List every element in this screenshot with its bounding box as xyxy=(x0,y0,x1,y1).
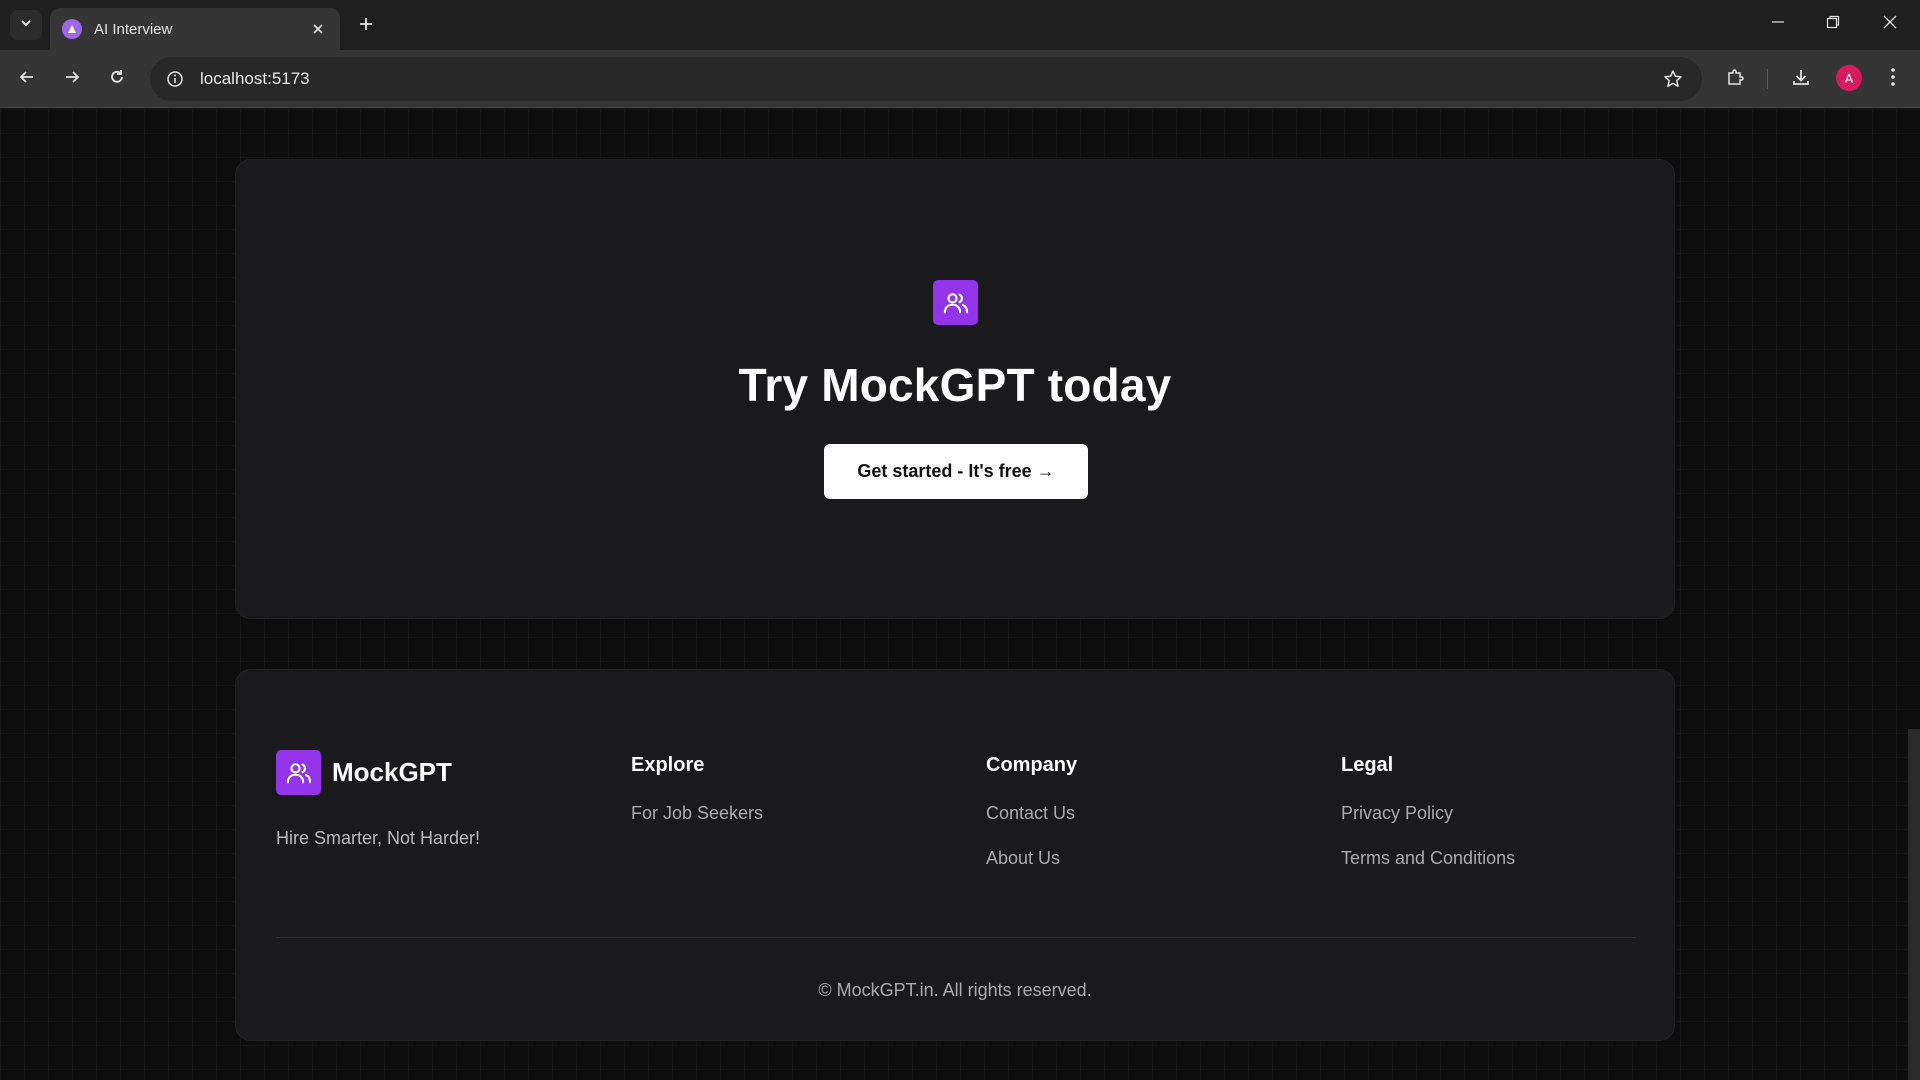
link-for-job-seekers[interactable]: For Job Seekers xyxy=(631,803,763,824)
footer-column-company: Company Contact Us About Us xyxy=(986,754,1077,869)
info-icon[interactable] xyxy=(162,66,188,92)
minimize-button[interactable] xyxy=(1756,8,1800,40)
column-heading: Explore xyxy=(631,754,705,776)
minimize-icon xyxy=(1771,15,1785,34)
kebab-menu-icon xyxy=(1890,67,1896,92)
active-tab[interactable]: AI Interview xyxy=(50,8,340,50)
link-about-us[interactable]: About Us xyxy=(986,848,1077,869)
footer: MockGPT Hire Smarter, Not Harder! Explor… xyxy=(235,669,1675,1041)
footer-column-explore: Explore For Job Seekers xyxy=(631,754,763,824)
url-text[interactable]: localhost:5173 xyxy=(200,69,1658,89)
brand-name: MockGPT xyxy=(332,757,452,787)
tab-search-button[interactable] xyxy=(10,10,42,40)
copyright-text: © MockGPT.in. All rights reserved. xyxy=(818,980,1092,1000)
reload-button[interactable] xyxy=(100,62,134,96)
profile-avatar[interactable]: A xyxy=(1836,65,1862,91)
browser-menu-button[interactable] xyxy=(1876,62,1910,96)
footer-column-legal: Legal Privacy Policy Terms and Condition… xyxy=(1341,754,1515,869)
app-favicon-icon xyxy=(62,19,82,39)
new-tab-button[interactable] xyxy=(352,12,380,40)
link-terms-and-conditions[interactable]: Terms and Conditions xyxy=(1341,848,1515,869)
arrow-right-icon xyxy=(63,68,81,91)
forward-button[interactable] xyxy=(55,62,89,96)
column-heading: Legal xyxy=(1341,754,1394,776)
back-button[interactable] xyxy=(10,62,44,96)
cta-section: Try MockGPT today Get started - It's fre… xyxy=(235,159,1675,619)
link-contact-us[interactable]: Contact Us xyxy=(986,803,1077,824)
tab-strip: AI Interview xyxy=(0,0,1920,50)
get-started-button[interactable]: Get started - It's free → xyxy=(824,444,1088,499)
browser-toolbar: localhost:5173 xyxy=(0,50,1920,108)
toolbar-separator xyxy=(1767,69,1768,89)
users-icon xyxy=(276,750,321,795)
tagline: Hire Smarter, Not Harder! xyxy=(276,828,481,848)
restore-icon xyxy=(1826,15,1840,34)
link-privacy-policy[interactable]: Privacy Policy xyxy=(1341,803,1515,824)
star-icon[interactable] xyxy=(1658,64,1688,94)
arrow-left-icon xyxy=(18,68,36,91)
close-icon[interactable] xyxy=(306,17,330,41)
extensions-button[interactable] xyxy=(1718,62,1752,96)
download-icon xyxy=(1791,67,1811,92)
puzzle-icon xyxy=(1725,67,1745,92)
close-window-button[interactable] xyxy=(1868,8,1912,40)
footer-divider xyxy=(276,937,1636,938)
column-heading: Company xyxy=(986,754,1078,776)
address-bar[interactable]: localhost:5173 xyxy=(150,57,1702,101)
page-viewport: Try MockGPT today Get started - It's fre… xyxy=(0,109,1920,1080)
users-icon xyxy=(933,280,978,325)
page-scrollbar[interactable] xyxy=(1908,729,1920,1080)
reload-icon xyxy=(108,68,126,91)
tab-title: AI Interview xyxy=(94,20,173,38)
plus-icon xyxy=(358,16,374,37)
restore-button[interactable] xyxy=(1811,8,1855,40)
downloads-button[interactable] xyxy=(1784,62,1818,96)
footer-brand[interactable]: MockGPT xyxy=(276,750,452,795)
close-icon xyxy=(1883,15,1897,34)
cta-title: Try MockGPT today xyxy=(738,359,1172,411)
chevron-down-icon xyxy=(19,16,33,35)
